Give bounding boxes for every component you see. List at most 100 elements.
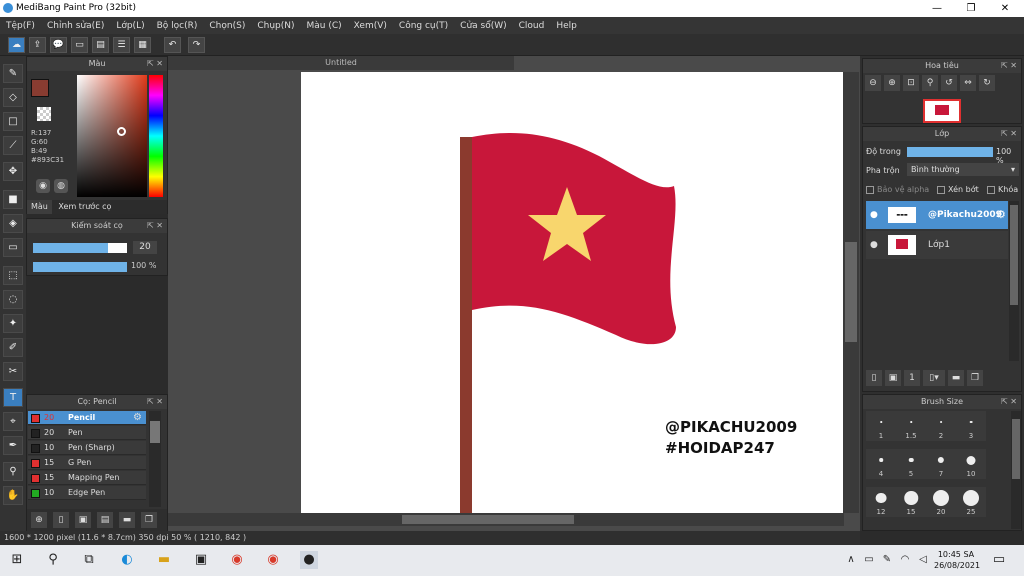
color-picker-icon[interactable]: ◍ xyxy=(54,179,68,193)
share-icon[interactable]: ⇪ xyxy=(29,37,46,53)
menu-cloud[interactable]: Cloud xyxy=(513,21,551,31)
volume-icon[interactable]: ◁ xyxy=(914,551,932,569)
eyedropper-tool-icon[interactable]: ✒ xyxy=(3,436,23,455)
file-explorer-icon[interactable]: ▬ xyxy=(155,551,173,569)
magic-wand-icon[interactable]: ✦ xyxy=(3,314,23,333)
new-brush-icon[interactable]: ▯ xyxy=(53,512,69,528)
clock[interactable]: 10:45 SA 26/08/2021 xyxy=(934,549,980,571)
navigator-thumbnail[interactable] xyxy=(923,99,961,123)
text-tool-icon[interactable]: T xyxy=(3,388,23,407)
brush-list-item[interactable]: 15 G Pen xyxy=(28,456,146,470)
pen-icon[interactable]: ✎ xyxy=(878,551,896,569)
folder-icon[interactable]: ▬ xyxy=(948,370,964,386)
chrome-icon[interactable]: ◉ xyxy=(228,551,246,569)
menu-file[interactable]: Tệp(F) xyxy=(0,21,41,31)
hand-tool-icon[interactable]: ✋ xyxy=(3,486,23,505)
tray-chevron-icon[interactable]: ∧ xyxy=(842,551,860,569)
fit-icon[interactable]: ⊡ xyxy=(903,75,919,91)
brush-size-value[interactable]: 20 xyxy=(133,241,157,254)
layer-scrollbar[interactable] xyxy=(1009,201,1019,361)
chrome-profile-icon[interactable]: ◉ xyxy=(264,551,282,569)
new-halftone-layer-icon[interactable]: ▣ xyxy=(885,370,901,386)
rotate-right-icon[interactable]: ↻ xyxy=(979,75,995,91)
brush-list-item[interactable]: 10 Edge Pen xyxy=(28,486,146,500)
edge-browser-icon[interactable]: ◐ xyxy=(118,551,136,569)
lasso-icon[interactable]: ◌ xyxy=(3,290,23,309)
brush-list-item[interactable]: 20 Pen xyxy=(28,426,146,440)
page-icon[interactable]: ▤ xyxy=(92,37,109,53)
hue-slider[interactable] xyxy=(149,75,163,197)
tab-color[interactable]: Màu xyxy=(27,200,52,214)
layer-settings-gear-icon[interactable]: ⚙ xyxy=(996,201,1006,229)
layer-row-pikachu[interactable]: ● ▬▬▬ @Pikachu2009 ⚙ xyxy=(866,201,1008,229)
tab-brush-preview[interactable]: Xem trước cọ xyxy=(54,202,115,211)
menu-capture[interactable]: Chụp(N) xyxy=(251,21,300,31)
zoom-icon[interactable]: ⚲ xyxy=(922,75,938,91)
zoom-in-icon[interactable]: ⊕ xyxy=(884,75,900,91)
panel-controls-icon[interactable]: ⇱ ✕ xyxy=(147,219,163,233)
panel-controls-icon[interactable]: ⇱ ✕ xyxy=(1001,395,1017,409)
zoom-out-icon[interactable]: ⊖ xyxy=(865,75,881,91)
shape-tool-icon[interactable]: □ xyxy=(3,112,23,131)
menu-help[interactable]: Help xyxy=(550,21,583,31)
menu-window[interactable]: Cửa sổ(W) xyxy=(454,21,512,31)
brush-folder-icon[interactable]: ▬ xyxy=(119,512,135,528)
visibility-icon[interactable]: ● xyxy=(870,201,878,229)
brush-size-option[interactable]: 12 xyxy=(866,487,896,517)
brush-list-item[interactable]: 10 Pen (Sharp) xyxy=(28,441,146,455)
new-layer-icon[interactable]: ▯ xyxy=(866,370,882,386)
select-pen-icon[interactable]: ✐ xyxy=(3,338,23,357)
menu-color[interactable]: Màu (C) xyxy=(301,21,348,31)
rotate-left-icon[interactable]: ↺ xyxy=(941,75,957,91)
brush-list-scrollbar[interactable] xyxy=(149,411,161,507)
brush-size-slider[interactable] xyxy=(33,243,127,253)
canvas-horizontal-scrollbar[interactable] xyxy=(168,513,844,526)
pipette-icon[interactable]: ⚲ xyxy=(3,462,23,481)
blend-mode-select[interactable]: Bình thường ▾ xyxy=(907,163,1019,176)
panel-controls-icon[interactable]: ⇱ ✕ xyxy=(147,395,163,409)
brush-options-icon[interactable]: ▣ xyxy=(75,512,91,528)
brush-size-option[interactable]: 1 xyxy=(866,411,896,441)
menu-view[interactable]: Xem(V) xyxy=(348,21,393,31)
canvas-tab[interactable]: Untitled xyxy=(168,56,514,70)
store-icon[interactable]: ▣ xyxy=(192,551,210,569)
panel-controls-icon[interactable]: ⇱ ✕ xyxy=(147,57,163,71)
clipping-checkbox[interactable]: Xén bớt xyxy=(937,185,979,194)
main-color-swatch[interactable] xyxy=(31,79,49,97)
protect-alpha-checkbox[interactable]: Bảo vệ alpha xyxy=(866,185,929,194)
brush-size-option[interactable]: 3 xyxy=(956,411,986,441)
undo-icon[interactable]: ↶ xyxy=(164,37,181,53)
brush-size-option[interactable]: 25 xyxy=(956,487,986,517)
brush-size-option[interactable]: 2 xyxy=(926,411,956,441)
gradient-tool-icon[interactable]: ▭ xyxy=(3,238,23,257)
grid-icon[interactable]: ▦ xyxy=(134,37,151,53)
bucket-tool-icon[interactable]: ◈ xyxy=(3,214,23,233)
brush-settings-icon[interactable]: ▤ xyxy=(97,512,113,528)
list-icon[interactable]: ☰ xyxy=(113,37,130,53)
brush-size-scrollbar[interactable] xyxy=(1011,411,1021,529)
brush-size-option[interactable]: 7 xyxy=(926,449,956,479)
brush-size-option[interactable]: 15 xyxy=(896,487,926,517)
select-eraser-icon[interactable]: ✂ xyxy=(3,362,23,381)
brush-size-option[interactable]: 1.5 xyxy=(896,411,926,441)
select-rect-icon[interactable]: ⬚ xyxy=(3,266,23,285)
comment-icon[interactable]: ▭ xyxy=(71,37,88,53)
menu-select[interactable]: Chọn(S) xyxy=(203,21,251,31)
divide-tool-icon[interactable]: ⌖ xyxy=(3,412,23,431)
brush-settings-gear-icon[interactable]: ⚙ xyxy=(133,411,142,425)
palette-icon[interactable]: ◉ xyxy=(36,179,50,193)
move-tool-icon[interactable]: ✥ xyxy=(3,162,23,181)
drawing-canvas[interactable]: @PIKACHU2009 #HOIDAP247 xyxy=(301,72,843,513)
task-view-icon[interactable]: ⧉ xyxy=(80,551,98,569)
eraser-tool-icon[interactable]: ◇ xyxy=(3,88,23,107)
search-icon[interactable]: ⚲ xyxy=(44,551,62,569)
speech-bubble-icon[interactable]: 💬 xyxy=(50,37,67,53)
brush-size-option[interactable]: 4 xyxy=(866,449,896,479)
line-tool-icon[interactable]: ⟋ xyxy=(3,136,23,155)
lock-checkbox[interactable]: Khóa xyxy=(987,185,1018,194)
medibang-taskbar-icon[interactable]: ● xyxy=(300,551,318,569)
brush-list-item[interactable]: 20 Pencil ⚙ xyxy=(28,411,146,425)
layer-add-menu-icon[interactable]: ▯▾ xyxy=(923,370,945,386)
brush-copy-icon[interactable]: ❐ xyxy=(141,512,157,528)
fill-rect-tool-icon[interactable]: ■ xyxy=(3,190,23,209)
